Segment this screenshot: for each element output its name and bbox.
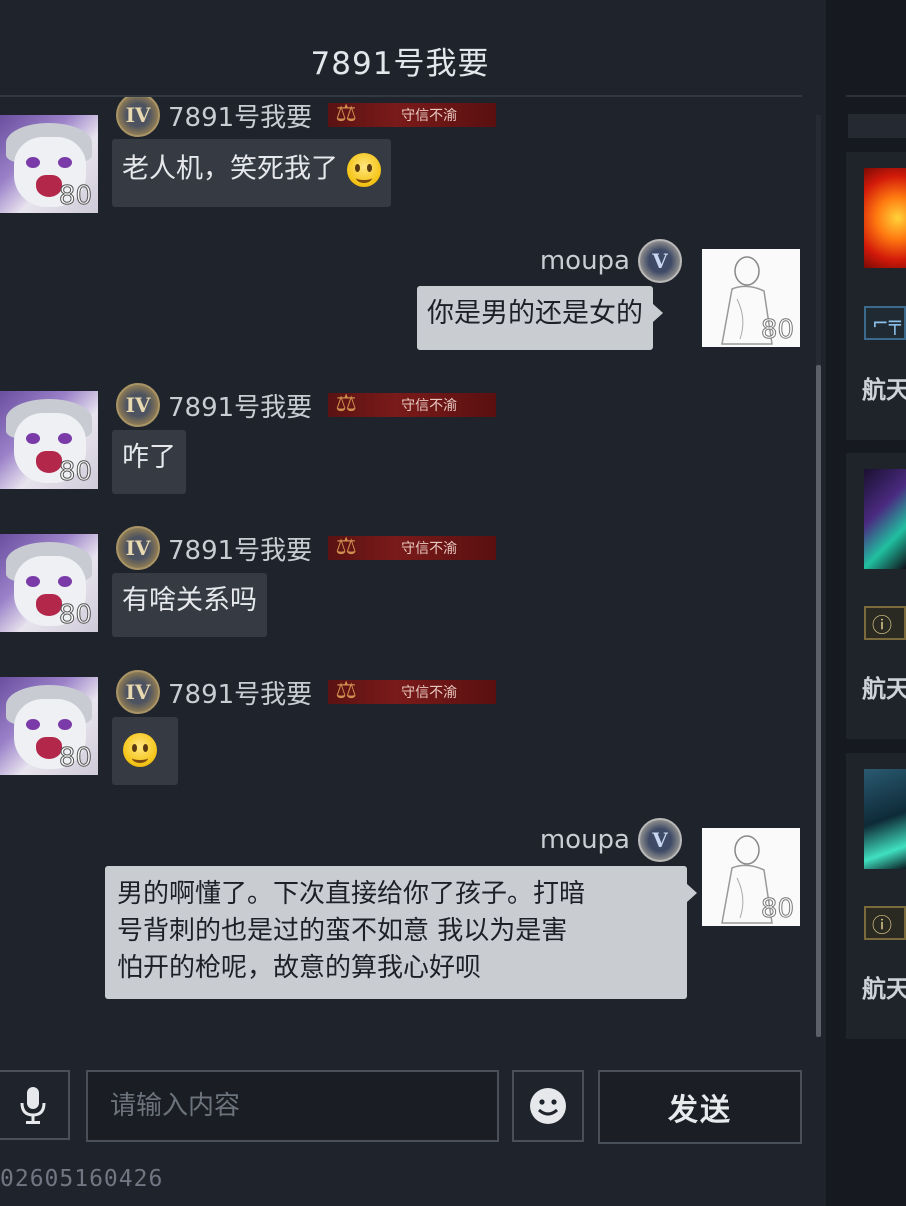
scale-icon: ⚖ [335, 389, 357, 417]
honor-tag: ⚖ 守信不渝 [328, 532, 497, 560]
sender-row: IV 7891号我要 ⚖ 守信不渝 [116, 670, 497, 714]
avatar[interactable]: 80 [0, 115, 98, 213]
emoji-icon [530, 1088, 566, 1124]
honor-tag: ⚖ 守信不渝 [328, 389, 497, 417]
message-bubble[interactable]: 你是男的还是女的 [417, 286, 663, 350]
avatar[interactable]: 80 [702, 249, 800, 347]
honor-tag: ⚖ 守信不渝 [328, 99, 497, 127]
message-list[interactable]: 80 IV 7891号我要 ⚖ 守信不渝 老人机，笑死我了 moupa V 80… [0, 97, 812, 1042]
weapon-icon: ⌐╤ [864, 306, 906, 340]
message-bubble[interactable]: 有啥关系吗 [112, 573, 267, 637]
emoji-button[interactable] [512, 1070, 584, 1142]
scrollbar-thumb[interactable] [816, 365, 821, 1037]
rank-badge-icon: V [638, 818, 682, 862]
sender-name: 7891号我要 [168, 102, 313, 133]
sender-row: moupa V [539, 818, 682, 862]
footer-id: 02605160426 [0, 1166, 164, 1192]
rank-badge-icon: IV [116, 97, 160, 137]
sender-row: moupa V [539, 239, 682, 283]
level-badge: 80 [58, 743, 92, 774]
microphone-icon [20, 1087, 46, 1124]
sender-row: IV 7891号我要 ⚖ 守信不渝 [116, 97, 497, 137]
level-badge: 80 [58, 457, 92, 488]
sender-row: IV 7891号我要 ⚖ 守信不渝 [116, 383, 497, 427]
sender-name: moupa [539, 825, 630, 855]
item-thumbnail [864, 168, 906, 268]
message-bubble[interactable]: 老人机，笑死我了 [112, 139, 391, 207]
voice-button[interactable] [0, 1070, 70, 1140]
alert-icon: ⓘ [864, 906, 906, 940]
scale-icon: ⚖ [335, 99, 357, 127]
message-bubble[interactable]: 男的啊懂了。下次直接给你了孩子。打暗 号背刺的也是过的蛮不如意 我以为是害 怕开… [105, 866, 697, 999]
item-card[interactable]: ⓘ 航天 [846, 453, 906, 739]
panel-strip [848, 114, 906, 138]
rank-badge-icon: IV [116, 670, 160, 714]
level-badge: 80 [760, 894, 794, 925]
level-badge: 80 [58, 181, 92, 212]
chat-title: 7891号我要 [310, 46, 490, 82]
item-label: 航天 [862, 975, 906, 1003]
message-scrollbar[interactable] [816, 115, 821, 1037]
rank-badge-icon: IV [116, 383, 160, 427]
scale-icon: ⚖ [335, 676, 357, 704]
item-label: 航天 [862, 376, 906, 404]
smile-emoji-icon [123, 733, 157, 767]
item-card[interactable]: ⓘ 航天 [846, 753, 906, 1039]
sender-name: moupa [539, 246, 630, 276]
chat-panel: 7891号我要 80 IV 7891号我要 ⚖ 守信不渝 老人机，笑死我了 mo… [0, 0, 826, 1206]
rank-badge-icon: V [638, 239, 682, 283]
sender-name: 7891号我要 [168, 392, 313, 423]
level-badge: 80 [58, 600, 92, 631]
alert-icon: ⓘ [864, 606, 906, 640]
message-bubble[interactable] [112, 717, 178, 785]
sender-name: 7891号我要 [168, 535, 313, 566]
avatar[interactable]: 80 [0, 534, 98, 632]
avatar[interactable]: 80 [0, 391, 98, 489]
message-input[interactable] [86, 1070, 499, 1142]
avatar[interactable]: 80 [702, 828, 800, 926]
rank-badge-icon: IV [116, 526, 160, 570]
scale-icon: ⚖ [335, 532, 357, 560]
message-bubble[interactable]: 咋了 [112, 430, 186, 494]
item-card[interactable]: ⌐╤ 航天 [846, 152, 906, 440]
sender-name: 7891号我要 [168, 679, 313, 710]
sender-row: IV 7891号我要 ⚖ 守信不渝 [116, 526, 497, 570]
input-bar: 发送 [0, 1070, 826, 1144]
item-label: 航天 [862, 675, 906, 703]
send-button[interactable]: 发送 [598, 1070, 802, 1144]
honor-tag: ⚖ 守信不渝 [328, 676, 497, 704]
right-side-panel: ⌐╤ 航天 ⓘ 航天 ⓘ 航天 [826, 0, 906, 1206]
laughing-tears-emoji-icon [346, 153, 381, 187]
panel-divider [846, 95, 906, 97]
avatar[interactable]: 80 [0, 677, 98, 775]
level-badge: 80 [760, 315, 794, 346]
item-thumbnail [864, 469, 906, 569]
item-thumbnail [864, 769, 906, 869]
